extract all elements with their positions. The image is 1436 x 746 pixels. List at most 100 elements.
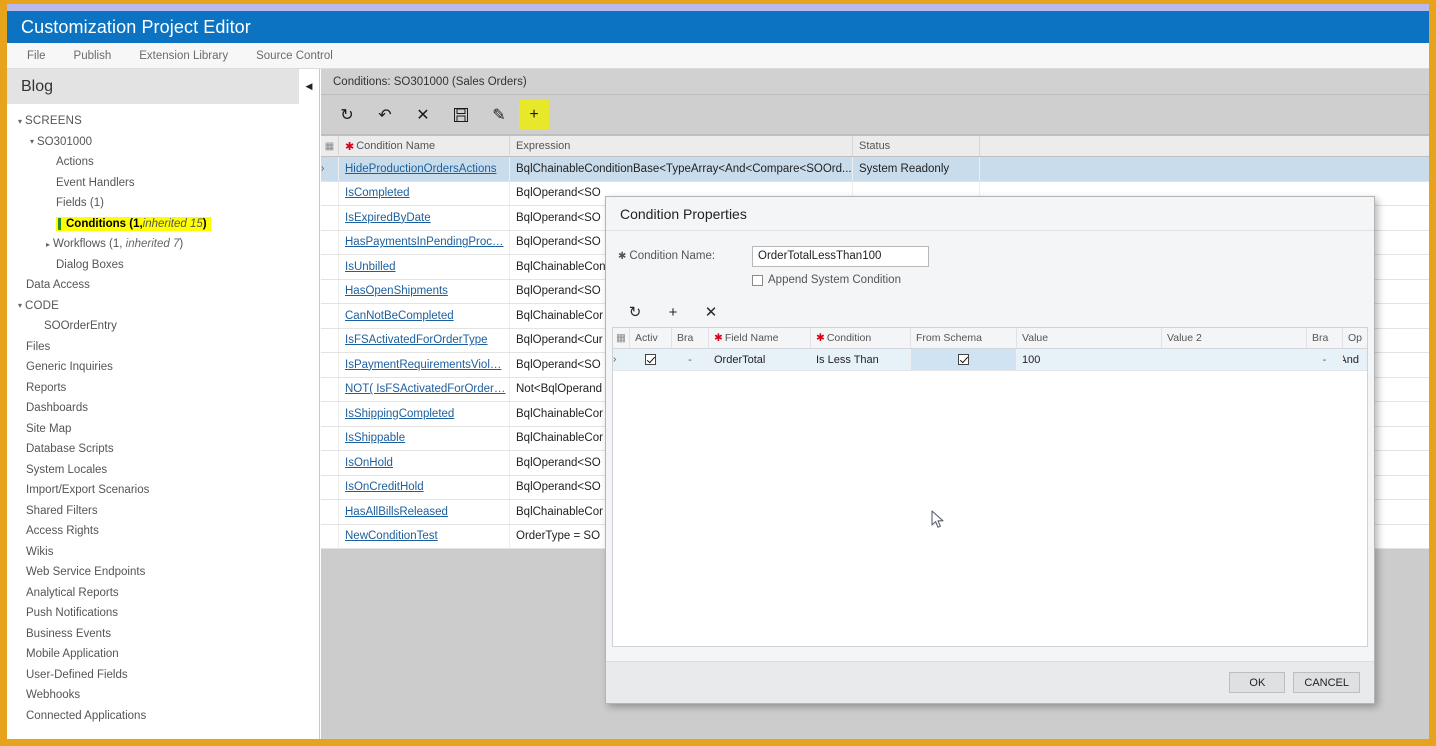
chevron-down-icon[interactable]: ▾	[15, 117, 25, 126]
sidebar-item-code[interactable]: ▾ CODE	[7, 296, 319, 317]
cell-condition[interactable]: Is Less Than	[811, 349, 911, 370]
column-header-bracket-open[interactable]: Bra	[672, 328, 709, 348]
undo-icon[interactable]: ↶	[367, 100, 403, 130]
cell-condition-name[interactable]: NewConditionTest	[339, 524, 510, 548]
column-settings-icon[interactable]: ▦	[321, 136, 339, 156]
cell-condition-name[interactable]: IsCompleted	[339, 181, 510, 205]
active-cell[interactable]	[630, 349, 672, 370]
sidebar-item-access-rights[interactable]: Access Rights	[7, 521, 319, 542]
append-system-condition-checkbox[interactable]	[752, 274, 763, 286]
row-expander-icon[interactable]: ›	[613, 349, 630, 370]
column-header-bracket-close[interactable]: Bra	[1307, 328, 1343, 348]
condition-name-link[interactable]: CanNotBeCompleted	[345, 310, 454, 322]
condition-name-link[interactable]: IsOnCreditHold	[345, 481, 424, 493]
condition-name-link[interactable]: IsPaymentRequirementsViol…	[345, 359, 501, 371]
chevron-down-icon[interactable]: ▾	[27, 137, 37, 146]
row-expander-icon[interactable]	[321, 304, 339, 328]
condition-name-link[interactable]: NOT( IsFSActivatedForOrder…	[345, 383, 505, 395]
sidebar-item-conditions-1[interactable]: Conditions (1, inherited 15)	[7, 214, 319, 235]
sidebar-item-site-map[interactable]: Site Map	[7, 419, 319, 440]
sidebar-item-dashboards[interactable]: Dashboards	[7, 398, 319, 419]
save-icon[interactable]	[443, 100, 479, 130]
cell-condition-name[interactable]: IsOnHold	[339, 451, 510, 475]
row-expander-icon[interactable]	[321, 426, 339, 450]
table-row[interactable]: › - OrderTotal Is Less Than 100- And	[613, 349, 1367, 371]
row-expander-icon[interactable]	[321, 500, 339, 524]
menu-item-publish[interactable]: Publish	[60, 50, 126, 62]
menu-item-file[interactable]: File	[21, 50, 60, 62]
sidebar-item-data-access[interactable]: Data Access	[7, 275, 319, 296]
cell-bracket-open[interactable]: -	[672, 349, 709, 370]
add-condition-button[interactable]: +	[519, 99, 549, 130]
sidebar-item-soorderentry[interactable]: SOOrderEntry	[7, 316, 319, 337]
sidebar-item-user-defined-fields[interactable]: User-Defined Fields	[7, 665, 319, 686]
column-header-from-schema[interactable]: From Schema	[911, 328, 1017, 348]
chevron-down-icon[interactable]: ▾	[15, 301, 25, 310]
cell-bracket-close[interactable]: -	[1307, 349, 1343, 370]
column-header-value[interactable]: Value	[1017, 328, 1162, 348]
sidebar-item-webhooks[interactable]: Webhooks	[7, 685, 319, 706]
row-expander-icon[interactable]	[321, 206, 339, 230]
column-header-value2[interactable]: Value 2	[1162, 328, 1307, 348]
condition-name-link[interactable]: HasPaymentsInPendingProc…	[345, 236, 504, 248]
menu-item-extension-library[interactable]: Extension Library	[125, 50, 242, 62]
condition-name-link[interactable]: IsShippable	[345, 432, 405, 444]
column-settings-icon[interactable]: ▦	[613, 328, 630, 348]
row-expander-icon[interactable]	[321, 181, 339, 205]
condition-name-link[interactable]: HideProductionOrdersActions	[345, 163, 497, 175]
row-expander-icon[interactable]	[321, 279, 339, 303]
cell-condition-name[interactable]: IsOnCreditHold	[339, 475, 510, 499]
sidebar-item-business-events[interactable]: Business Events	[7, 624, 319, 645]
cell-condition-name[interactable]: IsShippingCompleted	[339, 402, 510, 426]
column-header-field-name[interactable]: ✱ Field Name	[709, 328, 811, 348]
condition-name-link[interactable]: IsShippingCompleted	[345, 408, 454, 420]
cancel-icon[interactable]: ✕	[405, 100, 441, 130]
cell-field-name[interactable]: OrderTotal	[709, 349, 811, 370]
dialog-delete-row-icon[interactable]: ✕	[692, 300, 730, 324]
cell-condition-name[interactable]: HasAllBillsReleased	[339, 500, 510, 524]
sidebar-item-dialog-boxes[interactable]: Dialog Boxes	[7, 255, 319, 276]
row-expander-icon[interactable]	[321, 475, 339, 499]
table-row[interactable]: › HideProductionOrdersActions BqlChainable…	[321, 157, 1429, 182]
sidebar-item-analytical-reports[interactable]: Analytical Reports	[7, 583, 319, 604]
row-expander-icon[interactable]: ›	[321, 157, 339, 181]
sidebar-item-push-notifications[interactable]: Push Notifications	[7, 603, 319, 624]
cell-operator[interactable]: And	[1343, 349, 1367, 370]
cell-condition-name[interactable]: HasOpenShipments	[339, 279, 510, 303]
cell-condition-name[interactable]: IsFSActivatedForOrderType	[339, 328, 510, 352]
sidebar-item-files[interactable]: Files	[7, 337, 319, 358]
menu-item-source-control[interactable]: Source Control	[242, 50, 347, 62]
cell-condition-name[interactable]: IsPaymentRequirementsViol…	[339, 353, 510, 377]
from-schema-checkbox[interactable]	[958, 354, 969, 365]
cell-value2[interactable]	[1162, 349, 1307, 370]
sidebar-item-mobile-application[interactable]: Mobile Application	[7, 644, 319, 665]
cell-value[interactable]: 100	[1017, 349, 1162, 370]
cell-condition-name[interactable]: IsExpiredByDate	[339, 206, 510, 230]
sidebar-item-reports[interactable]: Reports	[7, 378, 319, 399]
sidebar-item-actions[interactable]: Actions	[7, 152, 319, 173]
row-expander-icon[interactable]	[321, 524, 339, 548]
sidebar-item-workflows-1[interactable]: ▸ Workflows (1, inherited 7)	[7, 234, 319, 255]
condition-name-link[interactable]: IsCompleted	[345, 187, 410, 199]
row-expander-icon[interactable]	[321, 402, 339, 426]
sidebar-item-connected-applications[interactable]: Connected Applications	[7, 706, 319, 727]
sidebar-item-generic-inquiries[interactable]: Generic Inquiries	[7, 357, 319, 378]
column-header-operator[interactable]: Op	[1343, 328, 1367, 348]
sidebar-collapse-button[interactable]: ◀	[299, 69, 319, 104]
cell-condition-name[interactable]: CanNotBeCompleted	[339, 304, 510, 328]
dialog-add-row-icon[interactable]: +	[654, 300, 692, 324]
column-header-active[interactable]: Activ	[630, 328, 672, 348]
row-expander-icon[interactable]	[321, 230, 339, 254]
cancel-button[interactable]: CANCEL	[1293, 672, 1360, 693]
edit-icon[interactable]: ✎	[481, 100, 517, 130]
from-schema-cell[interactable]	[911, 349, 1017, 370]
condition-name-link[interactable]: IsExpiredByDate	[345, 212, 431, 224]
sidebar-item-so301000[interactable]: ▾ SO301000	[7, 132, 319, 153]
sidebar-item-fields-1[interactable]: Fields (1)	[7, 193, 319, 214]
condition-name-link[interactable]: IsUnbilled	[345, 261, 396, 273]
column-header-expression[interactable]: Expression	[510, 136, 853, 156]
column-header-condition[interactable]: ✱ Condition	[811, 328, 911, 348]
condition-name-input[interactable]: OrderTotalLessThan100	[752, 245, 929, 267]
sidebar-item-event-handlers[interactable]: Event Handlers	[7, 173, 319, 194]
condition-name-link[interactable]: IsFSActivatedForOrderType	[345, 334, 488, 346]
